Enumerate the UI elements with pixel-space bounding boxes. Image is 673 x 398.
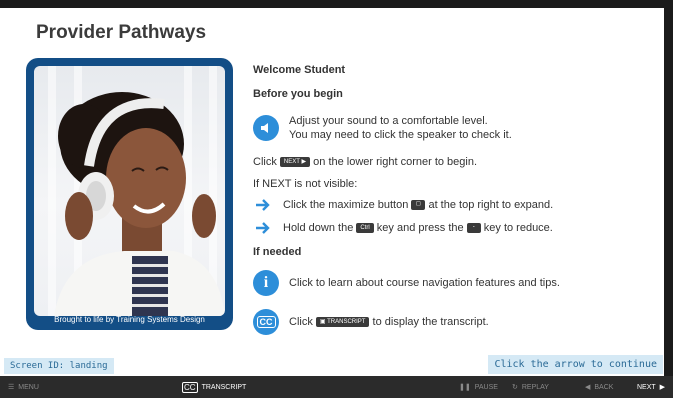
course-window: Provider Pathways Brought to life by Tra… [0,0,673,398]
player-controls: ☰ MENU CC TRANSCRIPT ❚❚ PAUSE ↻ REPLAY ◀… [0,376,673,398]
sound-line-1: Adjust your sound to a comfortable level… [289,115,488,127]
closed-caption-icon: CC [182,381,198,393]
back-button[interactable]: ◀ BACK [585,383,613,392]
top-border [0,0,673,8]
image-caption: Brought to life by Training Systems Desi… [54,315,205,324]
click-next-line: Click NEXT ▶ on the lower right corner t… [253,156,478,168]
info-icon[interactable]: i [253,270,279,296]
next-icon: ▶ [659,384,666,391]
next-button[interactable]: NEXT ▶ [637,383,666,392]
arrow-right-icon [253,221,273,235]
arrow-right-icon [253,198,273,212]
replay-button[interactable]: ↻ REPLAY [512,383,549,392]
before-heading: Before you begin [253,88,343,100]
zoom-out-line: Hold down the Ctrl key and press the - k… [283,222,553,234]
back-icon: ◀ [585,384,591,391]
welcome-heading: Welcome Student [253,64,346,76]
speaker-icon[interactable] [253,115,279,141]
transcript-line: Click ▣ TRANSCRIPT to display the transc… [289,316,489,328]
maximize-line: Click the maximize button ◻ at the top r… [283,199,554,211]
student-illustration [54,92,225,316]
student-photo [34,66,225,316]
right-border [664,0,673,376]
menu-button[interactable]: ☰ MENU [8,383,39,392]
hero-image-card: Brought to life by Training Systems Desi… [26,58,233,330]
pause-button[interactable]: ❚❚ PAUSE [459,383,498,392]
ctrl-key-badge: Ctrl [356,223,374,234]
page-title: Provider Pathways [36,22,207,43]
minus-key-badge: - [466,223,481,234]
info-line: Click to learn about course navigation f… [289,277,560,289]
screen-id-label: Screen ID: landing [4,358,114,374]
transcript-key-badge: ▣ TRANSCRIPT [315,317,370,328]
pause-icon: ❚❚ [459,384,471,391]
sound-line-2: You may need to click the speaker to che… [289,129,512,141]
maximize-key-badge: ◻ [411,200,426,211]
closed-caption-icon[interactable]: CC [253,309,279,335]
next-key-badge: NEXT ▶ [279,157,311,168]
transcript-button[interactable]: CC TRANSCRIPT [182,381,246,393]
menu-icon: ☰ [8,384,15,391]
if-next-line: If NEXT is not visible: [253,178,358,190]
if-needed-heading: If needed [253,246,302,258]
replay-icon: ↻ [512,384,518,391]
continue-hint: Click the arrow to continue [488,355,663,374]
